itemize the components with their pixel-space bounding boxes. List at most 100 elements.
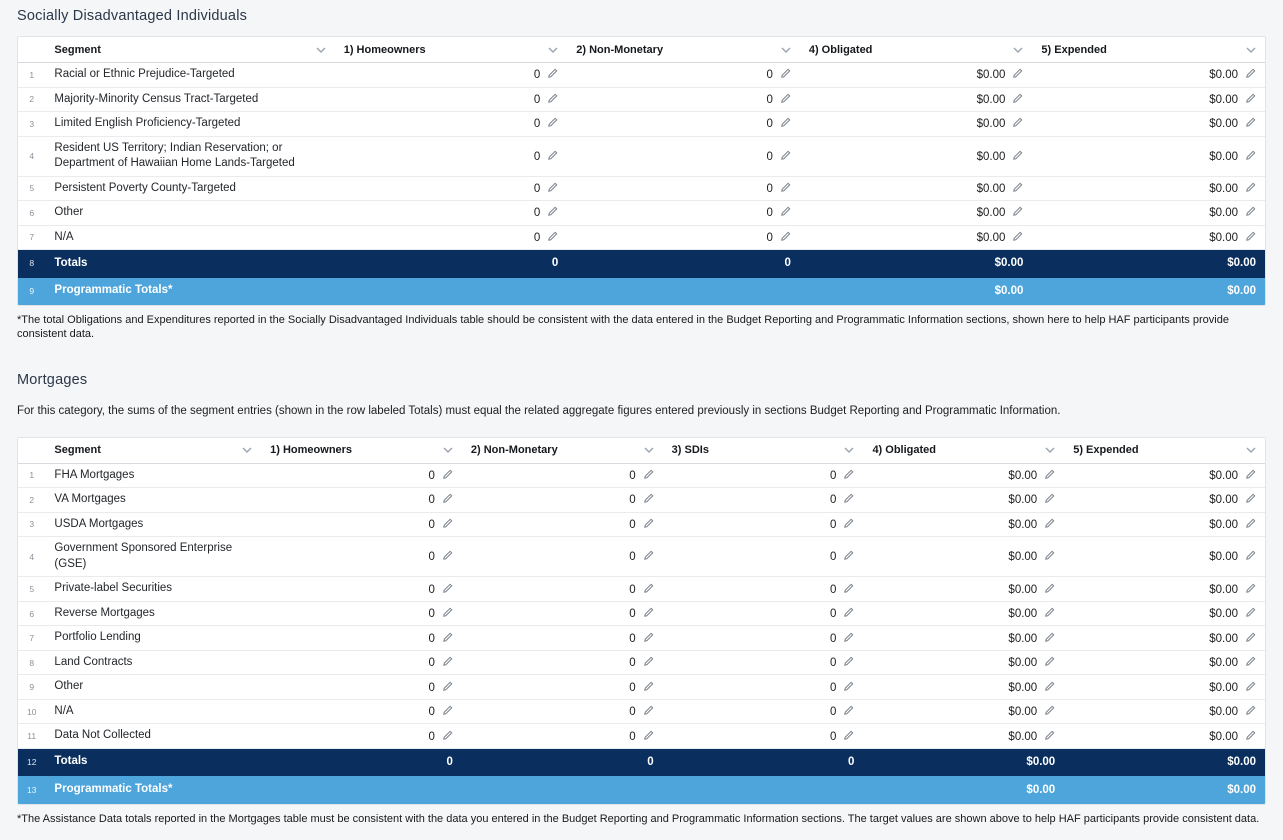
edit-pencil-icon[interactable] <box>780 182 791 193</box>
edit-pencil-icon[interactable] <box>843 469 854 480</box>
edit-pencil-icon[interactable] <box>1245 150 1256 161</box>
edit-pencil-icon[interactable] <box>1245 656 1256 667</box>
edit-pencil-icon[interactable] <box>1012 93 1023 104</box>
edit-pencil-icon[interactable] <box>442 656 453 667</box>
edit-pencil-icon[interactable] <box>1245 231 1256 242</box>
edit-pencil-icon[interactable] <box>643 493 654 504</box>
edit-pencil-icon[interactable] <box>442 550 453 561</box>
column-header-5-expended[interactable]: 5) Expended <box>1032 37 1265 63</box>
edit-pencil-icon[interactable] <box>442 607 453 618</box>
edit-pencil-icon[interactable] <box>1044 518 1055 529</box>
edit-pencil-icon[interactable] <box>1044 632 1055 643</box>
edit-pencil-icon[interactable] <box>1012 68 1023 79</box>
edit-pencil-icon[interactable] <box>843 518 854 529</box>
edit-pencil-icon[interactable] <box>1245 705 1256 716</box>
column-header-1-homeowners[interactable]: 1) Homeowners <box>261 438 462 464</box>
edit-pencil-icon[interactable] <box>780 117 791 128</box>
column-header-5-expended[interactable]: 5) Expended <box>1064 438 1265 464</box>
edit-pencil-icon[interactable] <box>1044 583 1055 594</box>
edit-pencil-icon[interactable] <box>1012 231 1023 242</box>
edit-pencil-icon[interactable] <box>843 632 854 643</box>
edit-pencil-icon[interactable] <box>547 93 558 104</box>
edit-pencil-icon[interactable] <box>843 656 854 667</box>
edit-pencil-icon[interactable] <box>547 182 558 193</box>
chevron-down-icon[interactable] <box>443 447 453 453</box>
edit-pencil-icon[interactable] <box>442 493 453 504</box>
edit-pencil-icon[interactable] <box>1012 117 1023 128</box>
edit-pencil-icon[interactable] <box>780 150 791 161</box>
edit-pencil-icon[interactable] <box>1245 583 1256 594</box>
edit-pencil-icon[interactable] <box>1044 656 1055 667</box>
edit-pencil-icon[interactable] <box>547 150 558 161</box>
edit-pencil-icon[interactable] <box>643 550 654 561</box>
edit-pencil-icon[interactable] <box>1044 550 1055 561</box>
edit-pencil-icon[interactable] <box>442 469 453 480</box>
edit-pencil-icon[interactable] <box>780 93 791 104</box>
edit-pencil-icon[interactable] <box>442 518 453 529</box>
edit-pencil-icon[interactable] <box>1245 68 1256 79</box>
edit-pencil-icon[interactable] <box>843 705 854 716</box>
column-header-2-non-monetary[interactable]: 2) Non-Monetary <box>462 438 663 464</box>
edit-pencil-icon[interactable] <box>643 607 654 618</box>
edit-pencil-icon[interactable] <box>547 231 558 242</box>
edit-pencil-icon[interactable] <box>547 68 558 79</box>
column-header-2-non-monetary[interactable]: 2) Non-Monetary <box>567 37 800 63</box>
column-header-4-obligated[interactable]: 4) Obligated <box>863 438 1064 464</box>
edit-pencil-icon[interactable] <box>1245 493 1256 504</box>
edit-pencil-icon[interactable] <box>442 632 453 643</box>
edit-pencil-icon[interactable] <box>643 518 654 529</box>
edit-pencil-icon[interactable] <box>1245 632 1256 643</box>
chevron-down-icon[interactable] <box>781 47 791 53</box>
edit-pencil-icon[interactable] <box>643 583 654 594</box>
edit-pencil-icon[interactable] <box>843 583 854 594</box>
chevron-down-icon[interactable] <box>242 447 252 453</box>
edit-pencil-icon[interactable] <box>1044 705 1055 716</box>
edit-pencil-icon[interactable] <box>843 730 854 741</box>
edit-pencil-icon[interactable] <box>643 705 654 716</box>
edit-pencil-icon[interactable] <box>1245 681 1256 692</box>
chevron-down-icon[interactable] <box>1013 47 1023 53</box>
edit-pencil-icon[interactable] <box>547 117 558 128</box>
edit-pencil-icon[interactable] <box>1012 182 1023 193</box>
chevron-down-icon[interactable] <box>844 447 854 453</box>
edit-pencil-icon[interactable] <box>643 681 654 692</box>
chevron-down-icon[interactable] <box>1246 47 1256 53</box>
edit-pencil-icon[interactable] <box>843 493 854 504</box>
column-header-1-homeowners[interactable]: 1) Homeowners <box>335 37 568 63</box>
edit-pencil-icon[interactable] <box>1245 206 1256 217</box>
edit-pencil-icon[interactable] <box>1245 182 1256 193</box>
column-header-segment[interactable]: Segment <box>45 37 334 63</box>
edit-pencil-icon[interactable] <box>843 681 854 692</box>
edit-pencil-icon[interactable] <box>1245 607 1256 618</box>
edit-pencil-icon[interactable] <box>643 730 654 741</box>
edit-pencil-icon[interactable] <box>780 231 791 242</box>
edit-pencil-icon[interactable] <box>442 583 453 594</box>
edit-pencil-icon[interactable] <box>547 206 558 217</box>
edit-pencil-icon[interactable] <box>1245 469 1256 480</box>
edit-pencil-icon[interactable] <box>1245 730 1256 741</box>
edit-pencil-icon[interactable] <box>643 469 654 480</box>
edit-pencil-icon[interactable] <box>843 607 854 618</box>
edit-pencil-icon[interactable] <box>1012 206 1023 217</box>
chevron-down-icon[interactable] <box>1246 447 1256 453</box>
edit-pencil-icon[interactable] <box>1044 681 1055 692</box>
edit-pencil-icon[interactable] <box>1044 469 1055 480</box>
edit-pencil-icon[interactable] <box>442 681 453 692</box>
column-header-3-sdis[interactable]: 3) SDIs <box>663 438 864 464</box>
edit-pencil-icon[interactable] <box>843 550 854 561</box>
edit-pencil-icon[interactable] <box>1044 493 1055 504</box>
chevron-down-icon[interactable] <box>644 447 654 453</box>
edit-pencil-icon[interactable] <box>643 632 654 643</box>
edit-pencil-icon[interactable] <box>1245 550 1256 561</box>
chevron-down-icon[interactable] <box>316 47 326 53</box>
chevron-down-icon[interactable] <box>548 47 558 53</box>
edit-pencil-icon[interactable] <box>1044 607 1055 618</box>
edit-pencil-icon[interactable] <box>1245 93 1256 104</box>
edit-pencil-icon[interactable] <box>442 730 453 741</box>
edit-pencil-icon[interactable] <box>780 206 791 217</box>
edit-pencil-icon[interactable] <box>1245 518 1256 529</box>
column-header-segment[interactable]: Segment <box>45 438 261 464</box>
edit-pencil-icon[interactable] <box>442 705 453 716</box>
column-header-4-obligated[interactable]: 4) Obligated <box>800 37 1033 63</box>
chevron-down-icon[interactable] <box>1045 447 1055 453</box>
